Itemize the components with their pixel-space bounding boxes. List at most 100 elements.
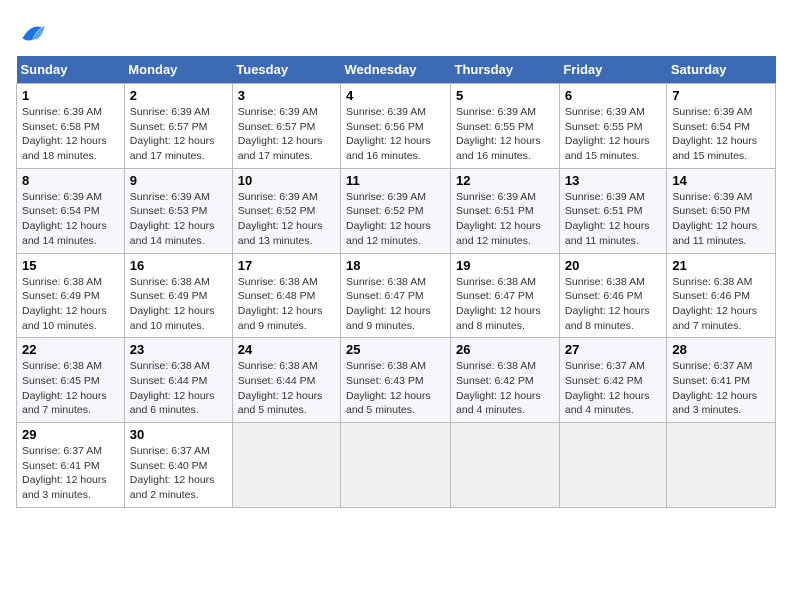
day-header-monday: Monday (124, 56, 232, 84)
day-number: 26 (456, 342, 554, 357)
day-number: 10 (238, 173, 335, 188)
day-info: Sunrise: 6:39 AMSunset: 6:54 PMDaylight:… (672, 105, 770, 164)
day-number: 4 (346, 88, 445, 103)
day-number: 27 (565, 342, 662, 357)
week-row-2: 8 Sunrise: 6:39 AMSunset: 6:54 PMDaylight… (17, 168, 776, 253)
day-number: 14 (672, 173, 770, 188)
day-number: 19 (456, 258, 554, 273)
day-header-friday: Friday (559, 56, 667, 84)
day-number: 6 (565, 88, 662, 103)
day-cell (341, 423, 451, 508)
day-info: Sunrise: 6:37 AMSunset: 6:40 PMDaylight:… (130, 444, 227, 503)
day-cell: 15 Sunrise: 6:38 AMSunset: 6:49 PMDayligh… (17, 253, 125, 338)
day-info: Sunrise: 6:39 AMSunset: 6:56 PMDaylight:… (346, 105, 445, 164)
day-info: Sunrise: 6:38 AMSunset: 6:49 PMDaylight:… (22, 275, 119, 334)
week-row-3: 15 Sunrise: 6:38 AMSunset: 6:49 PMDayligh… (17, 253, 776, 338)
calendar-header-row: SundayMondayTuesdayWednesdayThursdayFrid… (17, 56, 776, 84)
day-cell: 1 Sunrise: 6:39 AMSunset: 6:58 PMDaylight… (17, 84, 125, 169)
day-cell: 24Sunrise: 6:38 AMSunset: 6:44 PMDayligh… (232, 338, 340, 423)
day-number: 5 (456, 88, 554, 103)
day-cell: 20Sunrise: 6:38 AMSunset: 6:46 PMDayligh… (559, 253, 667, 338)
day-info: Sunrise: 6:39 AMSunset: 6:50 PMDaylight:… (672, 190, 770, 249)
day-cell: 28 Sunrise: 6:37 AMSunset: 6:41 PMDayligh… (667, 338, 776, 423)
day-info: Sunrise: 6:39 AMSunset: 6:51 PMDaylight:… (456, 190, 554, 249)
day-cell: 5 Sunrise: 6:39 AMSunset: 6:55 PMDaylight… (451, 84, 560, 169)
day-number: 11 (346, 173, 445, 188)
day-info: Sunrise: 6:39 AMSunset: 6:58 PMDaylight:… (22, 105, 119, 164)
day-cell: 22 Sunrise: 6:38 AMSunset: 6:45 PMDayligh… (17, 338, 125, 423)
day-cell: 19Sunrise: 6:38 AMSunset: 6:47 PMDayligh… (451, 253, 560, 338)
day-cell: 8 Sunrise: 6:39 AMSunset: 6:54 PMDaylight… (17, 168, 125, 253)
day-number: 15 (22, 258, 119, 273)
day-cell: 30 Sunrise: 6:37 AMSunset: 6:40 PMDayligh… (124, 423, 232, 508)
day-cell (232, 423, 340, 508)
day-cell: 29 Sunrise: 6:37 AMSunset: 6:41 PMDayligh… (17, 423, 125, 508)
day-cell: 9 Sunrise: 6:39 AMSunset: 6:53 PMDaylight… (124, 168, 232, 253)
day-cell: 3 Sunrise: 6:39 AMSunset: 6:57 PMDaylight… (232, 84, 340, 169)
day-info: Sunrise: 6:39 AMSunset: 6:53 PMDaylight:… (130, 190, 227, 249)
day-info: Sunrise: 6:38 AMSunset: 6:46 PMDaylight:… (565, 275, 662, 334)
day-number: 8 (22, 173, 119, 188)
day-cell (667, 423, 776, 508)
day-number: 16 (130, 258, 227, 273)
logo-bird-icon (16, 16, 48, 48)
week-row-1: 1 Sunrise: 6:39 AMSunset: 6:58 PMDaylight… (17, 84, 776, 169)
day-cell: 13Sunrise: 6:39 AMSunset: 6:51 PMDayligh… (559, 168, 667, 253)
day-number: 21 (672, 258, 770, 273)
day-info: Sunrise: 6:38 AMSunset: 6:44 PMDaylight:… (130, 359, 227, 418)
day-cell: 21Sunrise: 6:38 AMSunset: 6:46 PMDayligh… (667, 253, 776, 338)
day-number: 17 (238, 258, 335, 273)
day-cell: 17Sunrise: 6:38 AMSunset: 6:48 PMDayligh… (232, 253, 340, 338)
day-header-wednesday: Wednesday (341, 56, 451, 84)
day-number: 22 (22, 342, 119, 357)
day-cell: 26 Sunrise: 6:38 AMSunset: 6:42 PMDayligh… (451, 338, 560, 423)
day-number: 18 (346, 258, 445, 273)
day-cell: 16 Sunrise: 6:38 AMSunset: 6:49 PMDayligh… (124, 253, 232, 338)
logo (16, 16, 52, 48)
calendar-table: SundayMondayTuesdayWednesdayThursdayFrid… (16, 56, 776, 508)
day-cell (559, 423, 667, 508)
week-row-5: 29 Sunrise: 6:37 AMSunset: 6:41 PMDayligh… (17, 423, 776, 508)
day-info: Sunrise: 6:39 AMSunset: 6:57 PMDaylight:… (238, 105, 335, 164)
day-header-tuesday: Tuesday (232, 56, 340, 84)
day-number: 12 (456, 173, 554, 188)
day-number: 9 (130, 173, 227, 188)
day-cell: 25 Sunrise: 6:38 AMSunset: 6:43 PMDayligh… (341, 338, 451, 423)
day-number: 7 (672, 88, 770, 103)
day-info: Sunrise: 6:39 AMSunset: 6:55 PMDaylight:… (565, 105, 662, 164)
day-number: 29 (22, 427, 119, 442)
day-number: 23 (130, 342, 227, 357)
day-number: 1 (22, 88, 119, 103)
day-info: Sunrise: 6:38 AMSunset: 6:43 PMDaylight:… (346, 359, 445, 418)
day-cell: 4 Sunrise: 6:39 AMSunset: 6:56 PMDaylight… (341, 84, 451, 169)
day-number: 30 (130, 427, 227, 442)
day-number: 24 (238, 342, 335, 357)
day-info: Sunrise: 6:38 AMSunset: 6:47 PMDaylight:… (346, 275, 445, 334)
day-cell (451, 423, 560, 508)
day-cell: 12 Sunrise: 6:39 AMSunset: 6:51 PMDayligh… (451, 168, 560, 253)
day-number: 13 (565, 173, 662, 188)
day-cell: 18 Sunrise: 6:38 AMSunset: 6:47 PMDayligh… (341, 253, 451, 338)
day-info: Sunrise: 6:39 AMSunset: 6:55 PMDaylight:… (456, 105, 554, 164)
day-info: Sunrise: 6:39 AMSunset: 6:54 PMDaylight:… (22, 190, 119, 249)
day-cell: 11 Sunrise: 6:39 AMSunset: 6:52 PMDayligh… (341, 168, 451, 253)
week-row-4: 22 Sunrise: 6:38 AMSunset: 6:45 PMDayligh… (17, 338, 776, 423)
day-number: 3 (238, 88, 335, 103)
day-info: Sunrise: 6:39 AMSunset: 6:57 PMDaylight:… (130, 105, 227, 164)
day-header-saturday: Saturday (667, 56, 776, 84)
day-cell: 10 Sunrise: 6:39 AMSunset: 6:52 PMDayligh… (232, 168, 340, 253)
day-info: Sunrise: 6:37 AMSunset: 6:41 PMDaylight:… (672, 359, 770, 418)
day-info: Sunrise: 6:37 AMSunset: 6:41 PMDaylight:… (22, 444, 119, 503)
day-info: Sunrise: 6:38 AMSunset: 6:42 PMDaylight:… (456, 359, 554, 418)
day-info: Sunrise: 6:38 AMSunset: 6:49 PMDaylight:… (130, 275, 227, 334)
day-info: Sunrise: 6:39 AMSunset: 6:52 PMDaylight:… (238, 190, 335, 249)
day-cell: 7 Sunrise: 6:39 AMSunset: 6:54 PMDaylight… (667, 84, 776, 169)
day-info: Sunrise: 6:37 AMSunset: 6:42 PMDaylight:… (565, 359, 662, 418)
day-info: Sunrise: 6:39 AMSunset: 6:52 PMDaylight:… (346, 190, 445, 249)
day-info: Sunrise: 6:38 AMSunset: 6:45 PMDaylight:… (22, 359, 119, 418)
day-number: 2 (130, 88, 227, 103)
day-cell: 2 Sunrise: 6:39 AMSunset: 6:57 PMDaylight… (124, 84, 232, 169)
day-cell: 6 Sunrise: 6:39 AMSunset: 6:55 PMDaylight… (559, 84, 667, 169)
day-number: 25 (346, 342, 445, 357)
day-number: 28 (672, 342, 770, 357)
